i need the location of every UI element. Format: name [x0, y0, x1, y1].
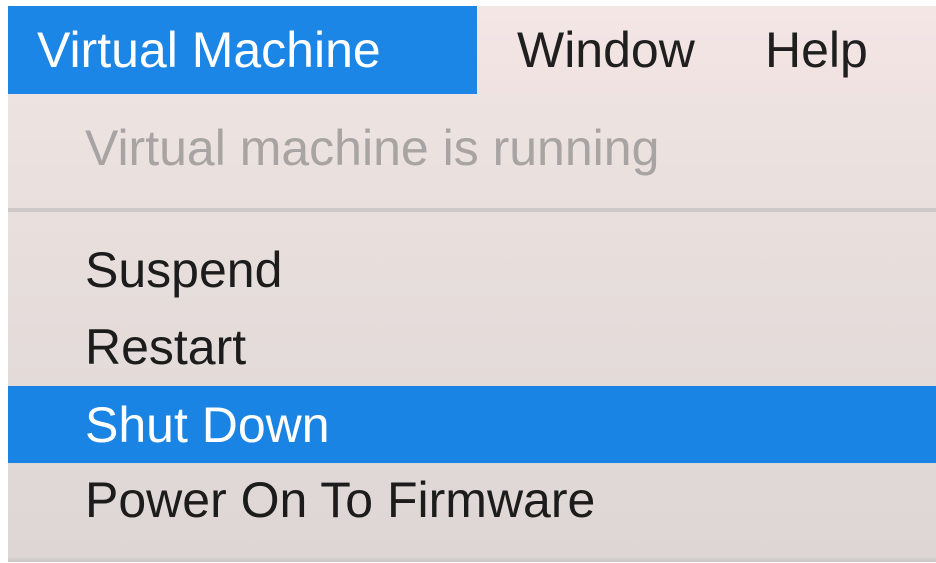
menubar-item-virtual-machine[interactable]: Virtual Machine	[8, 6, 477, 94]
menu-item-restart[interactable]: Restart	[8, 308, 936, 385]
menu-item-power-on-to-firmware[interactable]: Power On To Firmware	[8, 461, 936, 538]
menu-status-running: Virtual machine is running	[85, 119, 660, 176]
menu-bottom-edge	[8, 556, 936, 562]
virtual-machine-dropdown-menu: Virtual machine is running Suspend Resta…	[8, 94, 936, 562]
menubar-item-window[interactable]: Window	[477, 6, 765, 94]
menu-bar: Virtual Machine Window Help	[8, 6, 936, 94]
menubar-item-help[interactable]: Help	[765, 6, 868, 94]
menu-separator	[8, 208, 936, 212]
menu-item-suspend[interactable]: Suspend	[8, 231, 936, 308]
menu-item-shut-down[interactable]: Shut Down	[8, 386, 936, 463]
